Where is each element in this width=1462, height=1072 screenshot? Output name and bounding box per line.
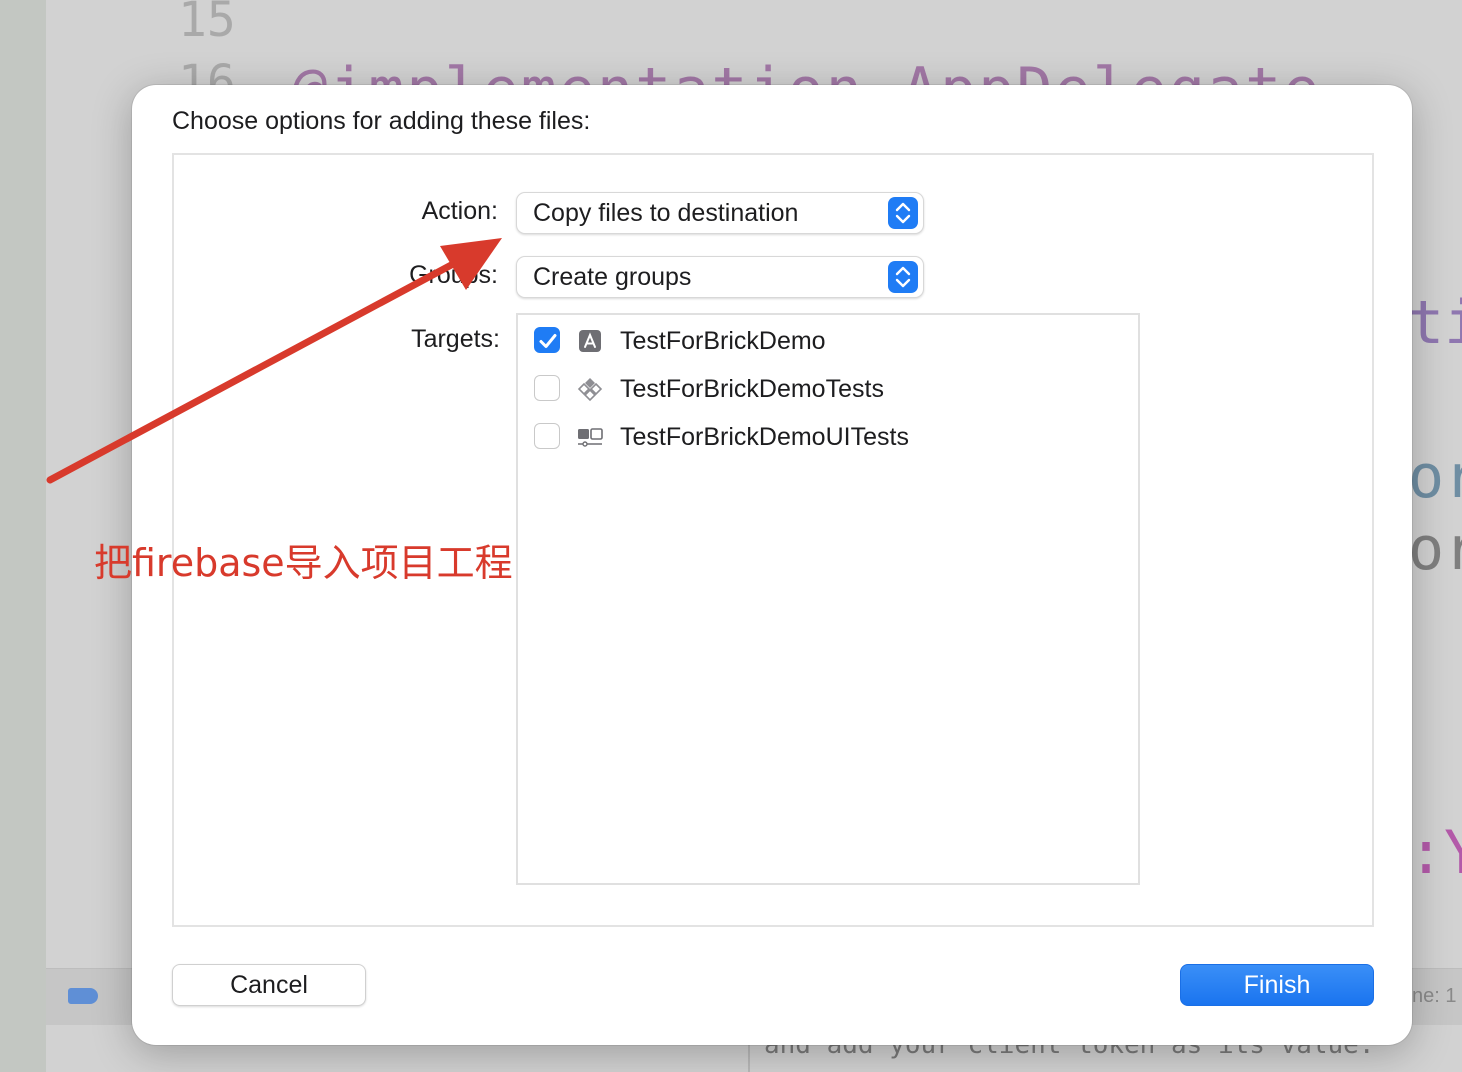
code-fragment: :Y bbox=[1408, 818, 1462, 888]
ui-test-bundle-icon bbox=[576, 423, 604, 451]
action-label: Action: bbox=[421, 197, 498, 225]
action-popup-value: Copy files to destination bbox=[533, 199, 799, 227]
line-number: 15 bbox=[178, 0, 236, 48]
targets-list: TestForBrickDemo TestForBrickDemoTests T… bbox=[516, 313, 1140, 885]
code-fragment: or bbox=[1408, 442, 1462, 512]
status-text: ne: 1 bbox=[1412, 985, 1457, 1007]
target-name: TestForBrickDemoUITests bbox=[620, 423, 909, 451]
dialog-title: Choose options for adding these files: bbox=[172, 107, 591, 135]
cancel-button[interactable]: Cancel bbox=[172, 964, 366, 1006]
targets-label: Targets: bbox=[411, 325, 500, 353]
test-bundle-icon bbox=[576, 375, 604, 403]
groups-label: Groups: bbox=[409, 261, 498, 289]
chevron-up-down-icon bbox=[888, 261, 918, 293]
chevron-up-down-icon bbox=[888, 197, 918, 229]
groups-popup[interactable]: Create groups bbox=[516, 256, 924, 298]
groups-popup-value: Create groups bbox=[533, 263, 692, 291]
action-popup[interactable]: Copy files to destination bbox=[516, 192, 924, 234]
app-icon bbox=[576, 327, 604, 355]
target-checkbox[interactable] bbox=[534, 375, 560, 401]
target-checkbox[interactable] bbox=[534, 423, 560, 449]
target-checkbox[interactable] bbox=[534, 327, 560, 353]
target-name: TestForBrickDemo bbox=[620, 327, 826, 355]
code-fragment: ti bbox=[1408, 288, 1462, 358]
code-fragment: or bbox=[1408, 514, 1462, 584]
sidebar-strip bbox=[0, 0, 46, 1072]
annotation-text: 把firebase导入项目工程 bbox=[94, 541, 513, 585]
target-name: TestForBrickDemoTests bbox=[620, 375, 884, 403]
finish-button[interactable]: Finish bbox=[1180, 964, 1374, 1006]
tag-icon bbox=[68, 988, 98, 1004]
